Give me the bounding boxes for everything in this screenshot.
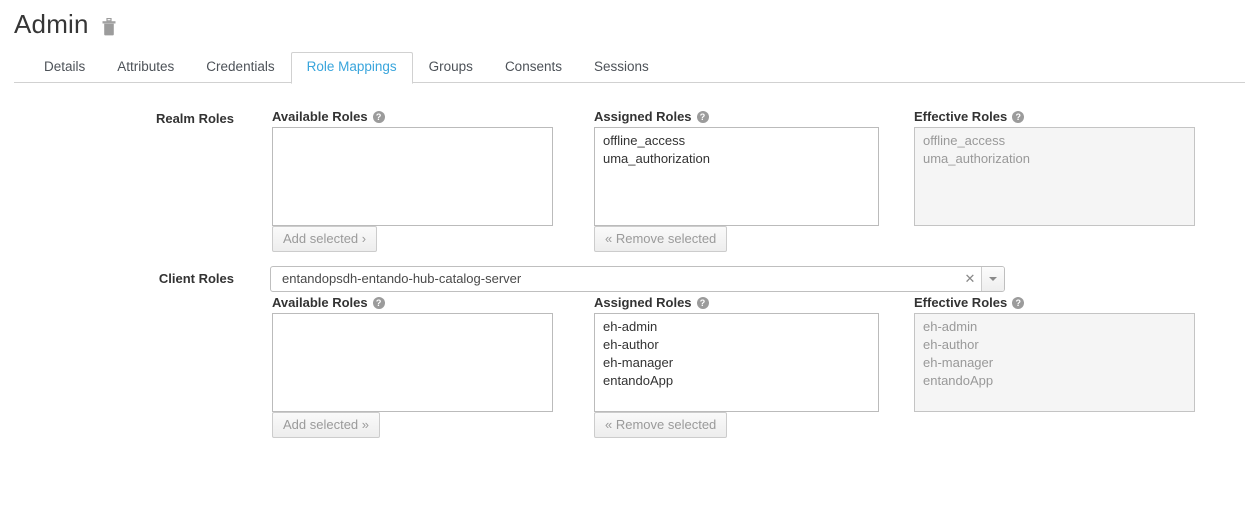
realm-roles-label: Realm Roles (155, 111, 234, 126)
tab-sessions[interactable]: Sessions (578, 52, 665, 83)
heading-text: Available Roles (272, 295, 368, 310)
clear-selection-icon[interactable]: ✕ (959, 267, 981, 291)
role-list-item: entandoApp (923, 373, 994, 388)
heading-text: Assigned Roles (594, 109, 692, 124)
tab-attributes[interactable]: Attributes (101, 52, 190, 83)
tab-role-mappings[interactable]: Role Mappings (290, 52, 413, 84)
role-list-item: uma_authorization (923, 151, 1030, 166)
role-list-item[interactable]: offline_access (595, 132, 878, 150)
help-icon[interactable]: ? (372, 297, 385, 309)
client-select[interactable]: entandopsdh-entando-hub-catalog-server ✕ (270, 266, 1005, 292)
client-remove-selected-button[interactable]: « Remove selected (594, 412, 728, 438)
realm-available-roles-heading: Available Roles ? (272, 108, 385, 126)
client-effective-roles-heading: Effective Roles ? (914, 294, 1025, 312)
role-list-item[interactable]: eh-author (595, 336, 878, 354)
help-icon[interactable]: ? (1012, 111, 1025, 123)
realm-assigned-roles-heading: Assigned Roles ? (594, 108, 709, 126)
client-add-selected-button[interactable]: Add selected » (272, 412, 381, 438)
tab-label: Groups (428, 59, 473, 74)
heading-text: Effective Roles (914, 295, 1008, 310)
help-icon[interactable]: ? (372, 111, 385, 123)
page-header: Admin (14, 8, 117, 40)
realm-effective-roles-listbox: offline_access uma_authorization (914, 127, 1195, 226)
chevron-down-icon[interactable] (981, 267, 1004, 291)
client-roles-label: Client Roles (158, 271, 234, 286)
role-list-item: eh-admin (923, 319, 978, 334)
heading-text: Assigned Roles (594, 295, 692, 310)
tab-groups[interactable]: Groups (413, 52, 489, 83)
role-list-item[interactable]: eh-manager (595, 354, 878, 372)
role-list-item[interactable]: entandoApp (595, 372, 878, 390)
tab-list: Details Attributes Credentials Role Mapp… (14, 52, 1245, 84)
help-icon[interactable]: ? (1012, 297, 1025, 309)
trash-icon[interactable] (101, 17, 117, 36)
help-icon[interactable]: ? (696, 297, 709, 309)
realm-add-selected-button[interactable]: Add selected › (272, 226, 378, 252)
tab-label: Role Mappings (306, 59, 397, 74)
heading-text: Effective Roles (914, 109, 1008, 124)
tab-consents[interactable]: Consents (489, 52, 578, 83)
role-list-item: eh-manager (923, 355, 994, 370)
client-available-roles-heading: Available Roles ? (272, 294, 385, 312)
client-assigned-roles-heading: Assigned Roles ? (594, 294, 709, 312)
page-title: Admin (14, 9, 89, 39)
role-list-item: offline_access (923, 133, 1006, 148)
client-available-roles-listbox[interactable] (272, 313, 553, 412)
tab-label: Sessions (593, 59, 649, 74)
heading-text: Available Roles (272, 109, 368, 124)
help-icon[interactable]: ? (696, 111, 709, 123)
realm-effective-roles-heading: Effective Roles ? (914, 108, 1025, 126)
tab-label: Consents (504, 59, 562, 74)
role-list-item[interactable]: eh-admin (595, 318, 878, 336)
tab-label: Credentials (206, 59, 275, 74)
realm-available-roles-listbox[interactable] (272, 127, 553, 226)
realm-assigned-roles-listbox[interactable]: offline_access uma_authorization (594, 127, 879, 226)
client-effective-roles-listbox: eh-admin eh-author eh-manager entandoApp (914, 313, 1195, 412)
tab-details[interactable]: Details (28, 52, 101, 83)
caret-shape (989, 277, 997, 281)
tab-credentials[interactable]: Credentials (190, 52, 290, 83)
client-assigned-roles-listbox[interactable]: eh-admin eh-author eh-manager entandoApp (594, 313, 879, 412)
role-list-item[interactable]: uma_authorization (595, 150, 878, 168)
tab-bar: Details Attributes Credentials Role Mapp… (14, 52, 1245, 84)
tab-label: Details (44, 59, 86, 74)
role-list-item: eh-author (923, 337, 979, 352)
client-select-value: entandopsdh-entando-hub-catalog-server (282, 271, 522, 286)
realm-remove-selected-button[interactable]: « Remove selected (594, 226, 728, 252)
tab-label: Attributes (117, 59, 175, 74)
